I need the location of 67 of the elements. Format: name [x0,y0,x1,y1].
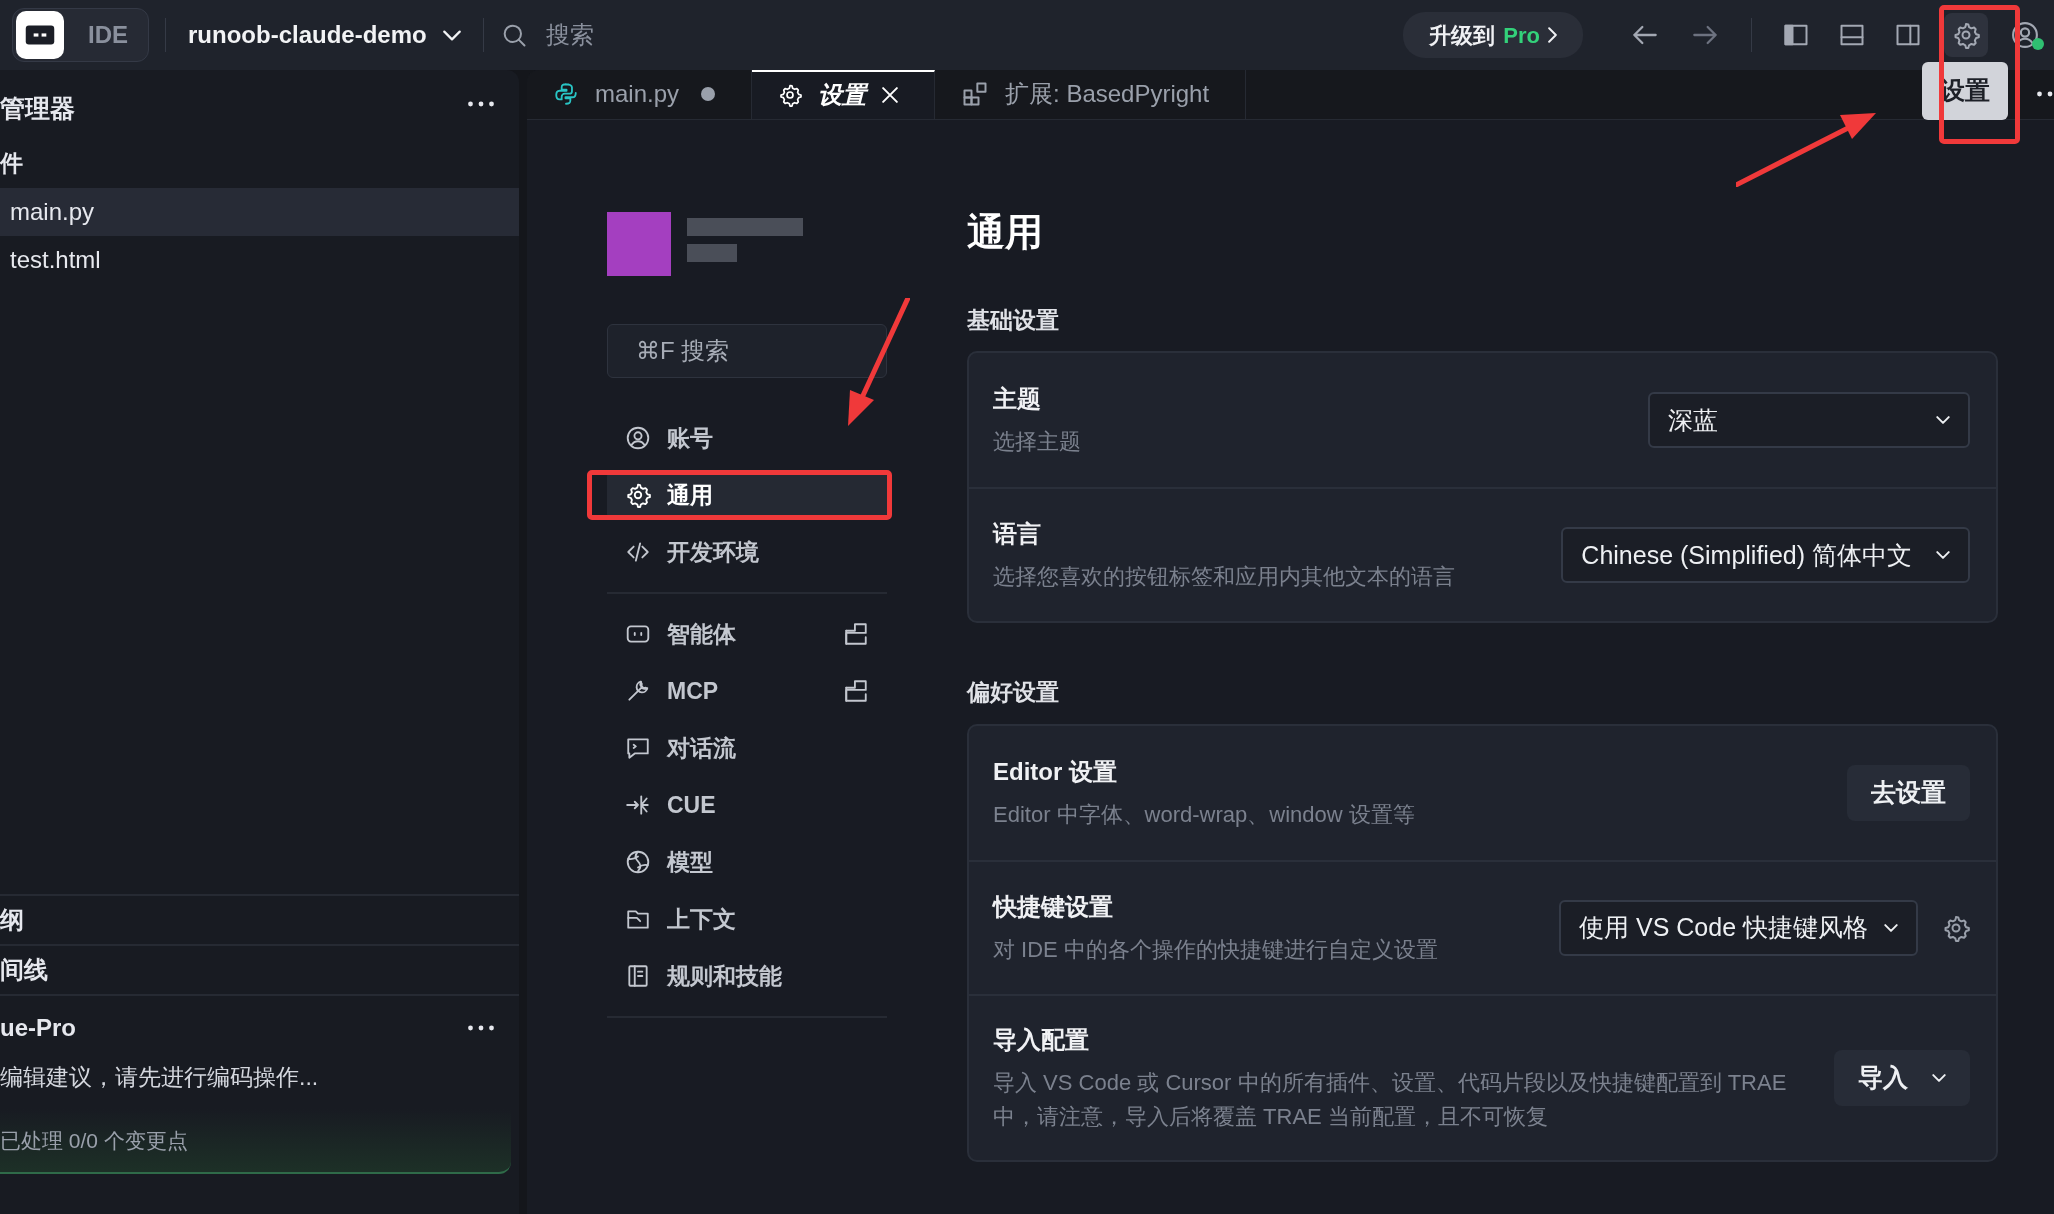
section-title: 基础设置 [967,305,1060,335]
nav-item[interactable]: 规则和技能 [607,950,887,1001]
nav-item[interactable]: MCP [607,665,887,716]
nav-item[interactable]: 模型 [607,836,887,887]
chevron-right-icon [1548,27,1557,43]
setting-label: 主题 [993,384,1042,415]
section-title: 件 [0,148,24,178]
nav-item[interactable]: 开发环境 [607,526,887,577]
section-title: 偏好设置 [967,678,1060,708]
user-icon [625,424,651,451]
select-field[interactable]: 使用 VS Code 快捷键风格 [1559,899,1918,956]
settings-icon [778,83,803,108]
chevron-down-icon [442,29,461,41]
select-field[interactable]: Chinese (Simplified) 简体中文 [1561,527,1970,584]
app-switcher[interactable]: IDE [12,8,149,62]
setting-label: Editor 设置 [993,756,1118,787]
settings-icon [1952,21,1980,49]
file-item[interactable]: test.html [0,236,519,284]
chevron-down-icon [1884,923,1898,932]
more-icon[interactable] [467,100,495,107]
action-button[interactable]: 去设置 [1847,764,1970,821]
setting-label: 语言 [993,519,1042,550]
setting-description: 对 IDE 中的各个操作的快捷键进行自定义设置 [993,935,1439,964]
tab[interactable]: 扩展: BasedPyright [935,70,1247,119]
settings-icon[interactable] [1942,913,1970,942]
setting-description: 选择主题 [993,428,1082,457]
book-icon [625,962,651,989]
upgrade-button[interactable]: 升级到 Pro [1403,12,1583,58]
nav-item[interactable]: 账号 [607,412,887,463]
settings-button[interactable] [1944,13,1988,57]
file-item[interactable]: main.py [0,188,519,236]
more-icon[interactable] [2036,91,2054,98]
globe-icon [625,848,651,875]
close-icon[interactable] [882,87,899,104]
setting-description: 导入 VS Code 或 Cursor 中的所有插件、设置、代码片段以及快捷键配置到 TRAE 中，请注意，导入后将覆盖 TRAE 当前配置，且不可恢复 [993,1068,1788,1131]
project-dropdown[interactable]: runoob-claude-demo [182,16,467,54]
python-icon [553,81,579,108]
page-title: 通用 [967,209,1044,255]
settings-icon [625,481,651,508]
panel-header[interactable]: ue-Pro [0,1010,76,1046]
chevron-down-icon [1936,416,1950,425]
nav-item[interactable]: 智能体 [607,608,887,659]
panel-header[interactable]: 纲 [0,894,519,944]
external-window-icon [843,620,869,647]
search-field[interactable]: ⌘F 搜索 [607,323,887,378]
more-icon[interactable] [467,1025,495,1031]
nav-item[interactable]: 对话流 [607,722,887,773]
panel-title: 管理器 [0,93,75,124]
user-icon [2010,20,2040,50]
setting-description: Editor 中字体、word-wrap、window 设置等 [993,800,1416,829]
tab[interactable]: 设置 [752,70,936,119]
online-dot [2032,38,2044,50]
select-field[interactable]: 深蓝 [1648,392,1970,449]
import-button[interactable]: 导入 [1834,1049,1970,1106]
nav-item[interactable]: CUE [607,779,887,830]
setting-label: 导入配置 [993,1024,1090,1055]
external-window-icon [843,677,869,704]
avatar [607,211,671,276]
setting-label: 快捷键设置 [993,891,1114,922]
message-text: 编辑建议，请先进行编码操作... [0,1063,320,1092]
chevron-down-icon [1936,551,1950,560]
nav-item[interactable]: 上下文 [607,893,887,944]
setting-description: 选择您喜欢的按钮标签和应用内其他文本的语言 [993,563,1456,592]
search-field[interactable]: 搜索 [543,16,744,54]
modified-dot [701,87,716,102]
chevron-down-icon [1932,1073,1946,1082]
panel-header[interactable]: 间线 [0,944,519,994]
